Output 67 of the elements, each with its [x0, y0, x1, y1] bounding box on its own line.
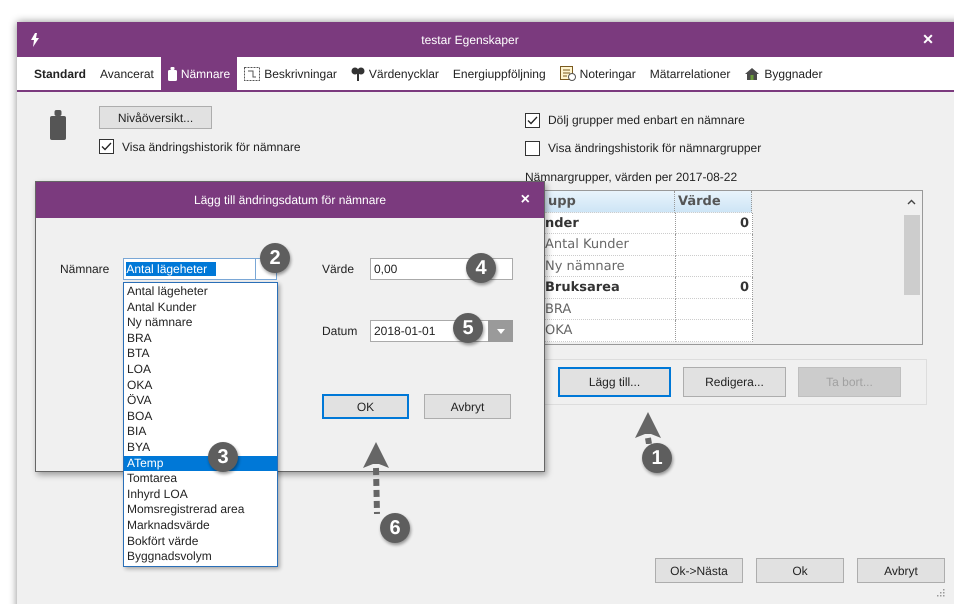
checkbox-label: Dölj grupper med enbart en nämnare — [548, 113, 745, 127]
footer-button[interactable]: Ok->Nästa — [655, 558, 743, 583]
tab[interactable]: Standard — [27, 57, 94, 90]
table-cell: Antal Kunder — [545, 234, 676, 256]
footer-button[interactable]: Avbryt — [857, 558, 945, 583]
table-cell: BRA — [545, 298, 676, 320]
caret-icon — [496, 328, 504, 334]
window-title: testar Egenskaper — [420, 32, 520, 46]
tab[interactable]: Noteringar — [552, 57, 643, 90]
tab[interactable]: Beskrivningar — [237, 57, 344, 90]
dropdown-option[interactable]: BRA — [124, 330, 277, 346]
dialog-button[interactable]: OK — [322, 394, 409, 419]
tab[interactable]: Mätarrelationer — [642, 57, 738, 90]
column-header[interactable]: Värde — [675, 191, 752, 212]
house-icon — [744, 66, 760, 80]
dropdown-button[interactable] — [488, 320, 513, 342]
field-label: Nämnare — [60, 262, 110, 276]
tab[interactable]: Avancerat — [93, 57, 161, 90]
table-cell: 0 — [676, 212, 753, 234]
dropdown-option[interactable]: BOA — [124, 408, 277, 424]
tab[interactable]: Nämnare — [160, 57, 238, 90]
dialog-title: Lägg till ändringsdatum för nämnare — [194, 193, 386, 207]
dropdown-option[interactable]: BIA — [124, 424, 277, 440]
weight-icon — [168, 66, 177, 80]
checkbox-label: Visa ändringshistorik för nämnare — [122, 140, 301, 154]
dropdown-option[interactable]: LOA — [124, 362, 277, 378]
column-header[interactable]: upp — [545, 191, 675, 212]
lightning-icon — [31, 32, 39, 46]
dropdown-option[interactable]: Bokfört värde — [124, 534, 277, 550]
level-overview-button[interactable]: Nivåöversikt... — [99, 106, 212, 129]
table-cell: 0 — [676, 277, 753, 298]
field-label: Värde — [322, 262, 356, 276]
table-cell: OKA — [545, 320, 676, 342]
dropdown-option[interactable]: Inhyrd LOA — [124, 486, 277, 502]
tab[interactable]: Byggnader — [737, 57, 830, 90]
dropdown-option[interactable]: Marknadsvärde — [124, 518, 277, 534]
dialog-button[interactable]: Avbryt — [424, 394, 511, 419]
checkbox[interactable] — [99, 139, 114, 154]
note-icon — [560, 66, 576, 81]
checkbox[interactable] — [525, 112, 540, 128]
dropdown-option[interactable]: ÖVA — [124, 393, 277, 409]
dropdown-option[interactable]: Antal lägeheter — [124, 284, 277, 300]
scroll-up-icon[interactable] — [907, 199, 916, 205]
close-button[interactable]: × — [520, 191, 530, 209]
diagram-icon — [244, 66, 260, 80]
weight-icon — [50, 110, 66, 140]
dropdown-option[interactable]: BTA — [124, 346, 277, 362]
dropdown-option[interactable]: Momsregistrerad area — [124, 502, 277, 518]
dropdown-option[interactable]: Antal Kunder — [124, 300, 277, 316]
table-cell: Bruksarea — [545, 277, 676, 298]
table-caption: Nämnargrupper, värden per 2017-08-22 — [525, 170, 738, 184]
footer-button[interactable]: Ok — [756, 558, 844, 583]
tab[interactable]: Värdenycklar — [344, 57, 446, 90]
action-button[interactable]: Redigera... — [683, 367, 786, 397]
table-cell: Ny nämnare — [545, 256, 676, 277]
field-label: Datum — [322, 324, 358, 338]
dropdown-option[interactable]: Ny nämnare — [124, 315, 277, 331]
dropdown-option[interactable]: OKA — [124, 378, 277, 394]
checkbox[interactable] — [525, 140, 540, 156]
resize-grip-icon[interactable] — [936, 588, 945, 597]
dropdown-option[interactable]: Tomtarea — [124, 471, 277, 487]
checkbox-label: Visa ändringshistorik för nämnargrupper — [548, 141, 762, 155]
table-cell: nder — [545, 212, 676, 234]
tab[interactable]: Energiuppföljning — [446, 57, 553, 90]
action-button[interactable]: Lägg till... — [558, 367, 671, 397]
close-button[interactable]: × — [911, 29, 945, 50]
dropdown-option[interactable]: Byggnadsvolym — [124, 549, 277, 565]
